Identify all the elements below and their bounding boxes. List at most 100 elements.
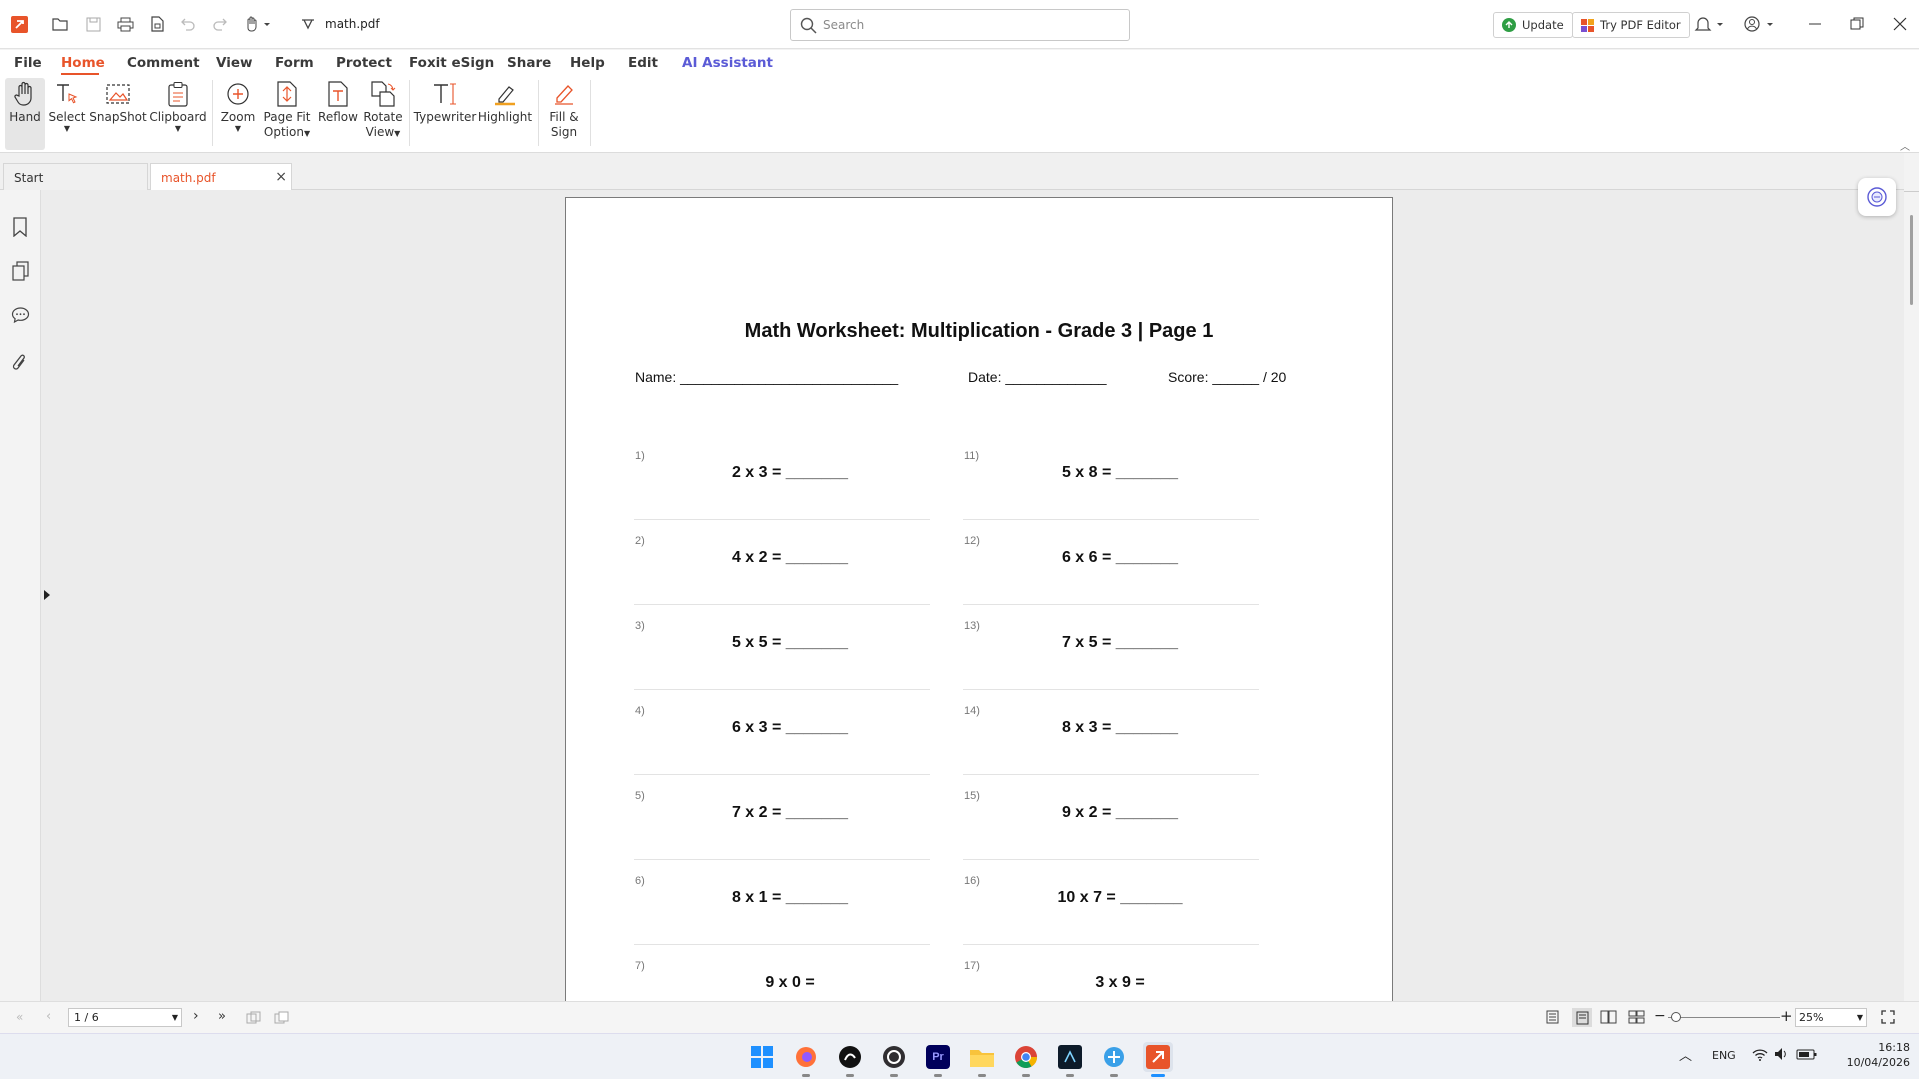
zoom-out-icon[interactable]: −: [1654, 1008, 1666, 1024]
page-number-input[interactable]: 1 / 6: [74, 1011, 99, 1024]
rotate-view-button[interactable]: Rotate View▼: [362, 78, 404, 150]
menu-form[interactable]: Form: [275, 55, 314, 71]
previous-page-icon[interactable]: ‹: [46, 1009, 51, 1024]
terminal-app-icon[interactable]: [1055, 1042, 1085, 1077]
problem-divider: [634, 774, 930, 775]
hand-tool-dropdown-icon[interactable]: [242, 14, 274, 34]
comments-icon[interactable]: [11, 306, 30, 327]
page-thumbnails-icon[interactable]: [12, 261, 29, 284]
customize-dropdown-icon[interactable]: [298, 14, 318, 34]
search-box[interactable]: [790, 9, 1130, 41]
zoom-percent-box[interactable]: 25% ▼: [1795, 1008, 1867, 1027]
continuous-view-icon[interactable]: [1572, 1008, 1592, 1027]
redo-icon[interactable]: [210, 14, 230, 34]
select-tool-button[interactable]: Select ▼: [48, 78, 86, 150]
bookmark-icon[interactable]: [12, 217, 28, 240]
facing-view-icon[interactable]: [1600, 1010, 1617, 1027]
file-explorer-icon[interactable]: [967, 1042, 997, 1077]
volume-icon[interactable]: [1774, 1047, 1790, 1064]
tab-math-pdf-label: math.pdf: [161, 171, 216, 185]
previous-view-icon[interactable]: [246, 1011, 262, 1027]
menu-file[interactable]: File: [14, 55, 42, 71]
menu-protect[interactable]: Protect: [336, 55, 392, 71]
hand-tool-button[interactable]: Hand: [5, 78, 45, 150]
page-dropdown-icon[interactable]: ▼: [172, 1013, 178, 1022]
vertical-scrollbar[interactable]: [1904, 153, 1919, 1001]
menu-bar: File Home Comment View Form Protect Foxi…: [0, 50, 1919, 76]
menu-view[interactable]: View: [216, 55, 252, 71]
undo-icon[interactable]: [178, 14, 198, 34]
zoom-percent-input[interactable]: 25%: [1799, 1011, 1823, 1024]
system-clock[interactable]: 16:18 10/04/2026: [1830, 1040, 1910, 1070]
chrome-icon[interactable]: [1011, 1042, 1041, 1077]
collapse-ribbon-icon[interactable]: ︿: [1900, 138, 1910, 153]
minimize-icon[interactable]: [1805, 14, 1825, 34]
update-button[interactable]: Update: [1493, 12, 1573, 38]
single-page-view-icon[interactable]: [1545, 1010, 1560, 1027]
restore-icon[interactable]: [1847, 14, 1867, 34]
zoom-in-icon[interactable]: +: [1780, 1007, 1793, 1025]
tab-start[interactable]: Start: [3, 163, 148, 190]
select-label: Select: [48, 110, 86, 124]
language-indicator[interactable]: ENG: [1712, 1049, 1736, 1062]
reflow-label: Reflow: [318, 110, 358, 124]
export-icon[interactable]: [147, 14, 167, 34]
tab-math-pdf[interactable]: math.pdf ×: [150, 163, 292, 191]
clipboard-label: Clipboard: [149, 110, 207, 124]
first-page-icon[interactable]: «: [16, 1010, 23, 1024]
fill-and-sign-button[interactable]: Fill & Sign: [545, 78, 583, 150]
open-icon[interactable]: [50, 14, 70, 34]
zoom-slider-thumb[interactable]: [1670, 1012, 1681, 1022]
scrollbar-thumb[interactable]: [1910, 215, 1913, 305]
search-input[interactable]: [823, 16, 1113, 34]
page-fit-option-button[interactable]: Page Fit Option▼: [260, 78, 314, 150]
battery-icon[interactable]: [1796, 1047, 1818, 1064]
menu-help[interactable]: Help: [570, 55, 605, 71]
zoom-dropdown-icon[interactable]: ▼: [1857, 1013, 1863, 1022]
network-app-icon[interactable]: [1099, 1042, 1129, 1077]
problem-number: 14): [964, 705, 980, 717]
panel-splitter[interactable]: [40, 190, 54, 1001]
next-view-icon[interactable]: [274, 1011, 290, 1027]
foxit-reader-taskbar-icon[interactable]: [1143, 1042, 1173, 1077]
snapshot-button[interactable]: SnapShot: [89, 78, 147, 150]
menu-home[interactable]: Home: [61, 55, 105, 71]
menu-foxit-esign[interactable]: Foxit eSign: [409, 55, 494, 71]
typewriter-icon: [431, 78, 459, 110]
windows-start-icon[interactable]: [747, 1042, 777, 1072]
account-icon[interactable]: [1742, 14, 1778, 34]
app-circle-icon[interactable]: [835, 1042, 865, 1077]
close-window-icon[interactable]: [1890, 14, 1910, 34]
menu-edit[interactable]: Edit: [628, 55, 658, 71]
firefox-icon[interactable]: [791, 1042, 821, 1077]
next-page-icon[interactable]: ›: [193, 1008, 199, 1024]
close-tab-icon[interactable]: ×: [275, 169, 287, 185]
continuous-facing-view-icon[interactable]: [1628, 1010, 1645, 1027]
wifi-icon[interactable]: [1752, 1048, 1768, 1064]
expand-panel-icon[interactable]: [44, 590, 50, 600]
score-field-label: Score: ______ / 20: [1168, 369, 1287, 385]
premiere-pro-icon[interactable]: Pr: [923, 1042, 953, 1077]
zoom-button[interactable]: Zoom ▼: [219, 78, 257, 150]
last-page-icon[interactable]: »: [218, 1009, 226, 1024]
menu-comment[interactable]: Comment: [127, 55, 200, 71]
save-icon[interactable]: [83, 14, 103, 34]
notifications-bell-icon[interactable]: [1692, 14, 1728, 34]
full-screen-icon[interactable]: [1881, 1010, 1895, 1027]
attachment-icon[interactable]: [12, 353, 28, 376]
document-title: math.pdf: [325, 17, 380, 31]
menu-share[interactable]: Share: [507, 55, 551, 71]
try-pdf-editor-button[interactable]: Try PDF Editor: [1572, 12, 1690, 38]
menu-ai-assistant[interactable]: AI Assistant: [682, 55, 773, 71]
print-icon[interactable]: [115, 14, 135, 34]
zoom-slider-track[interactable]: [1668, 1012, 1780, 1022]
typewriter-button[interactable]: Typewriter: [414, 78, 476, 150]
reflow-button[interactable]: Reflow: [318, 78, 358, 150]
clipboard-button[interactable]: Clipboard ▼: [149, 78, 207, 150]
ai-assistant-bubble[interactable]: [1858, 178, 1896, 216]
obs-icon[interactable]: [879, 1042, 909, 1077]
page-number-box[interactable]: 1 / 6 ▼: [68, 1008, 182, 1027]
show-hidden-icons-icon[interactable]: ︿: [1679, 1045, 1692, 1064]
highlight-button[interactable]: Highlight: [477, 78, 533, 150]
date-field-label: Date: _____________: [968, 369, 1107, 385]
